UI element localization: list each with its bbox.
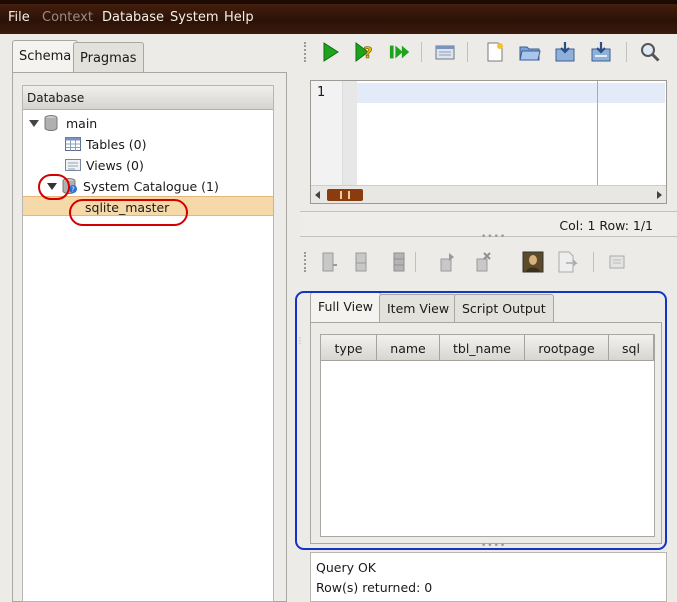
fold-margin xyxy=(343,81,357,185)
expand-triangle-icon[interactable] xyxy=(29,119,39,127)
insert-row-icon[interactable] xyxy=(318,251,340,273)
tab-schema-label: Schema xyxy=(19,49,72,64)
splitter-handle[interactable]: •••• xyxy=(481,541,506,551)
message-output: Query OK Row(s) returned: 0 xyxy=(310,552,667,602)
delete-row-icon[interactable] xyxy=(472,251,494,273)
scroll-right-icon[interactable] xyxy=(657,191,662,199)
line-number-gutter: 1 xyxy=(311,81,343,185)
menu-database[interactable]: Database xyxy=(102,10,164,25)
run-script-icon[interactable] xyxy=(389,41,411,63)
tree-item-views[interactable]: Views (0) xyxy=(65,155,144,175)
toolbar-grip[interactable] xyxy=(304,42,307,62)
menu-system[interactable]: System xyxy=(170,10,218,25)
tree-item-label: Tables (0) xyxy=(86,136,147,152)
table-icon xyxy=(65,137,81,151)
view-icon xyxy=(65,159,81,171)
tree-item-label: System Catalogue (1) xyxy=(83,178,219,194)
menu-file[interactable]: File xyxy=(8,10,30,25)
export-icon[interactable] xyxy=(556,251,578,273)
search-icon[interactable] xyxy=(639,41,661,63)
sql-editor[interactable]: 1 xyxy=(310,80,667,204)
menu-help[interactable]: Help xyxy=(224,10,254,25)
explain-icon[interactable]: ? xyxy=(354,41,376,63)
schema-tree[interactable]: Database main Tables (0) Views (0) ? Sys… xyxy=(22,85,274,602)
save-as-icon[interactable] xyxy=(590,41,612,63)
annotation-result-frame xyxy=(295,291,667,550)
svg-text:?: ? xyxy=(363,43,372,62)
edge-column-marker xyxy=(597,81,598,185)
svg-text:?: ? xyxy=(71,186,75,194)
current-line-highlight xyxy=(357,83,665,103)
tree-item-label: main xyxy=(66,115,98,131)
window-title-strip xyxy=(0,0,677,4)
scroll-left-icon[interactable] xyxy=(315,191,320,199)
menu-context[interactable]: Context xyxy=(42,10,93,25)
thumb-grip-icon xyxy=(340,191,350,199)
run-icon[interactable] xyxy=(320,41,342,63)
annotation-circle-expand xyxy=(38,174,70,200)
toolbar-separator xyxy=(626,42,627,62)
tree-item-system-catalogue[interactable]: ? System Catalogue (1) xyxy=(47,176,219,196)
refresh-icon[interactable] xyxy=(607,251,629,273)
commit-icon[interactable] xyxy=(350,251,372,273)
toolbar-grip[interactable] xyxy=(304,252,307,272)
rollback-icon[interactable] xyxy=(388,251,410,273)
tab-pragmas[interactable]: Pragmas xyxy=(73,42,144,72)
copy-row-icon[interactable] xyxy=(436,251,458,273)
sql-toolbar: ? xyxy=(300,34,677,70)
line-number: 1 xyxy=(317,85,326,100)
menubar: File Context Database System Help xyxy=(0,0,677,34)
toolbar-separator xyxy=(421,42,422,62)
new-file-icon[interactable] xyxy=(484,41,506,63)
toolbar-separator xyxy=(593,252,594,272)
save-file-icon[interactable] xyxy=(554,41,576,63)
image-icon[interactable] xyxy=(522,251,544,273)
tab-schema[interactable]: Schema xyxy=(12,40,79,72)
tree-item-tables[interactable]: Tables (0) xyxy=(65,134,147,154)
result-toolbar xyxy=(300,244,677,280)
sql-history-icon[interactable] xyxy=(434,41,456,63)
database-icon xyxy=(44,115,58,131)
tree-item-main[interactable]: main xyxy=(29,113,97,133)
message-line: Row(s) returned: 0 xyxy=(316,580,433,595)
tree-item-label: Views (0) xyxy=(86,157,144,173)
tree-header[interactable]: Database xyxy=(23,86,273,110)
toolbar-separator xyxy=(467,42,468,62)
cursor-position: Col: 1 Row: 1/1 xyxy=(559,218,653,233)
editor-horizontal-scrollbar[interactable] xyxy=(311,185,666,203)
open-file-icon[interactable] xyxy=(519,41,541,63)
annotation-circle-sqlite-master xyxy=(69,199,188,226)
tab-pragmas-label: Pragmas xyxy=(80,51,137,66)
splitter-handle[interactable]: •••• xyxy=(481,232,506,242)
message-line: Query OK xyxy=(316,560,376,575)
scrollbar-thumb[interactable] xyxy=(327,189,363,201)
toolbar-separator xyxy=(415,252,416,272)
